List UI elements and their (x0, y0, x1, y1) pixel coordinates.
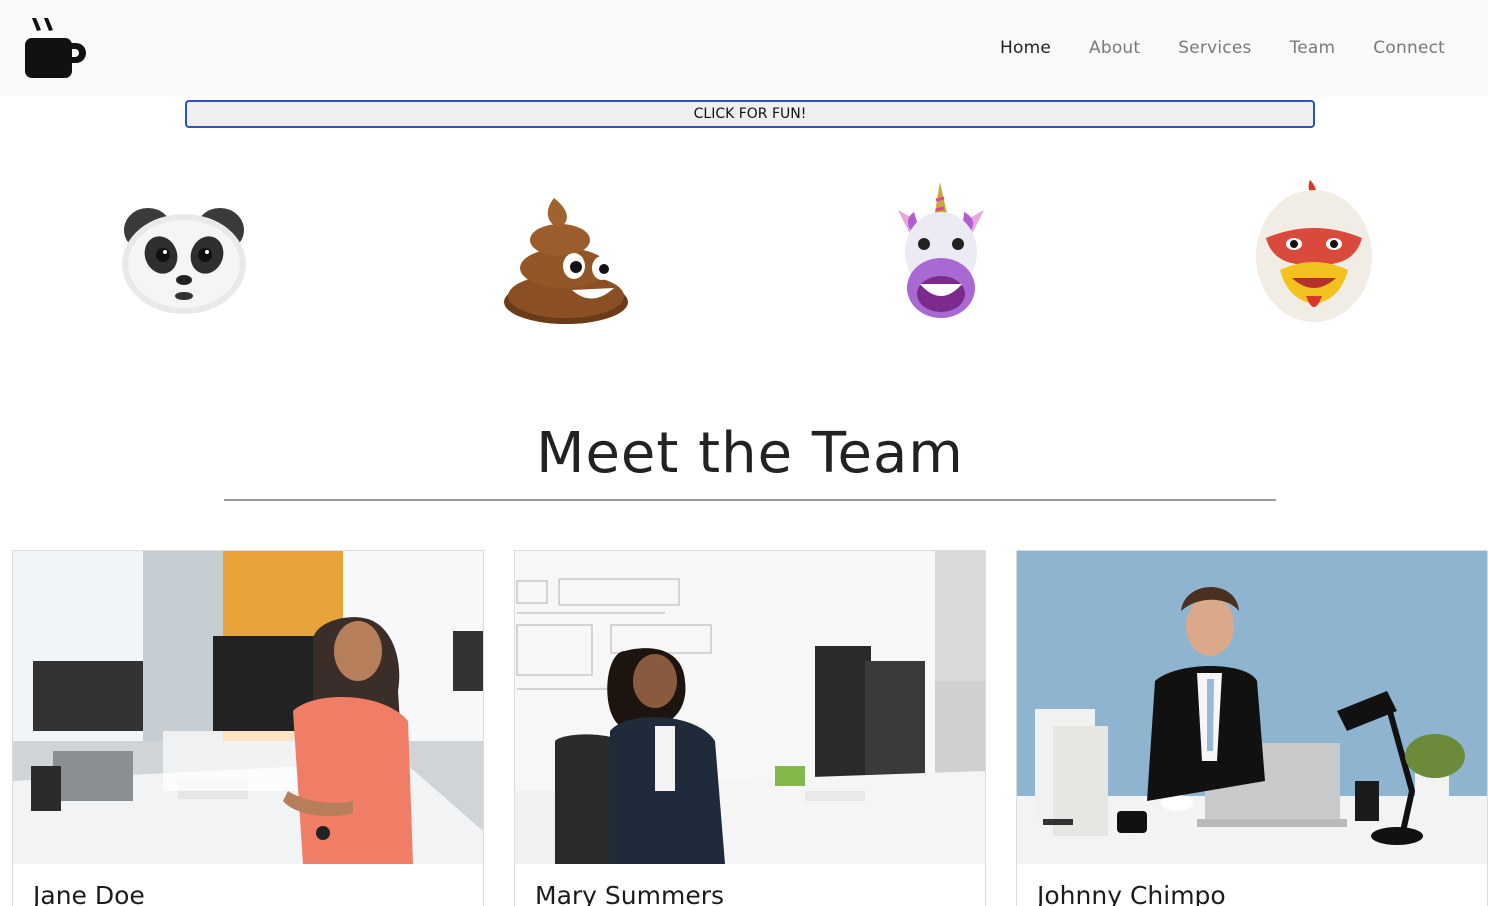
main-nav: Home About Services Team Connect (981, 36, 1464, 60)
team-member-name: Jane Doe (33, 881, 145, 906)
nav-link-connect[interactable]: Connect (1354, 36, 1464, 60)
nav-link-services[interactable]: Services (1159, 36, 1270, 60)
team-photo-jane (13, 551, 483, 864)
panda-icon[interactable] (118, 200, 250, 318)
team-card-johnny[interactable]: Johnny Chimpo (1016, 550, 1488, 906)
coffee-mug-icon[interactable] (24, 16, 88, 80)
team-card-jane[interactable]: Jane Doe (12, 550, 484, 906)
chicken-icon[interactable] (1254, 178, 1374, 330)
team-member-name: Johnny Chimpo (1037, 881, 1226, 906)
click-for-fun-button[interactable]: CLICK FOR FUN! (185, 100, 1315, 128)
poop-icon[interactable] (502, 196, 630, 326)
team-photo-johnny (1017, 551, 1487, 864)
nav-link-about[interactable]: About (1070, 36, 1159, 60)
title-divider (224, 499, 1276, 501)
unicorn-icon[interactable] (894, 180, 988, 320)
nav-link-home[interactable]: Home (981, 36, 1070, 60)
nav-link-team[interactable]: Team (1271, 36, 1355, 60)
team-photo-mary (515, 551, 985, 864)
team-member-name: Mary Summers (535, 881, 725, 906)
team-card-mary[interactable]: Mary Summers (514, 550, 986, 906)
team-section-title: Meet the Team (536, 421, 964, 486)
navbar: Home About Services Team Connect (0, 0, 1488, 96)
